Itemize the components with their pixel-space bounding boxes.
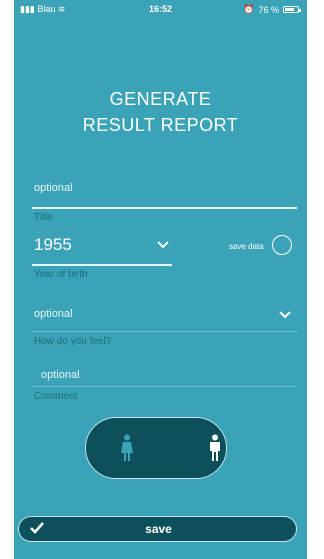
save-button-label: save	[145, 522, 172, 536]
alarm-icon: ⏰	[243, 4, 255, 14]
comment-input[interactable]: optional	[41, 369, 80, 381]
title-underline	[32, 207, 297, 209]
save-data-toggle[interactable]	[272, 235, 292, 255]
save-button[interactable]: save	[18, 516, 297, 542]
female-icon[interactable]	[116, 434, 138, 462]
year-underline	[32, 264, 172, 266]
title-label: Title	[34, 212, 53, 223]
status-bar: ▮▮▮ Blau ≋ 16:52 ⏰ 76 %	[14, 0, 307, 20]
battery-icon	[283, 6, 301, 13]
feel-label: How do you feel?	[34, 336, 112, 347]
year-select[interactable]: 1955	[34, 235, 72, 255]
feel-underline	[32, 331, 297, 332]
comment-underline	[32, 386, 297, 387]
gender-selector	[85, 417, 227, 479]
feel-select[interactable]: optional	[34, 308, 73, 320]
comment-label: Comment	[34, 391, 78, 402]
male-icon[interactable]	[204, 434, 226, 462]
battery-fill	[285, 8, 295, 11]
save-data-label: save data	[229, 242, 264, 251]
year-chevron-down-icon[interactable]	[156, 240, 170, 250]
status-right: ⏰ 76 %	[243, 4, 301, 15]
battery-percent: 76 %	[258, 4, 279, 15]
title-input[interactable]: optional	[34, 182, 73, 194]
page-title-line2: RESULT REPORT	[82, 115, 239, 135]
year-label: Year of birth	[34, 269, 88, 280]
app-screen: ▮▮▮ Blau ≋ 16:52 ⏰ 76 % GENERATE RESULT …	[14, 0, 307, 559]
feel-chevron-down-icon[interactable]	[278, 310, 292, 320]
page-title-line1: GENERATE	[109, 89, 212, 109]
